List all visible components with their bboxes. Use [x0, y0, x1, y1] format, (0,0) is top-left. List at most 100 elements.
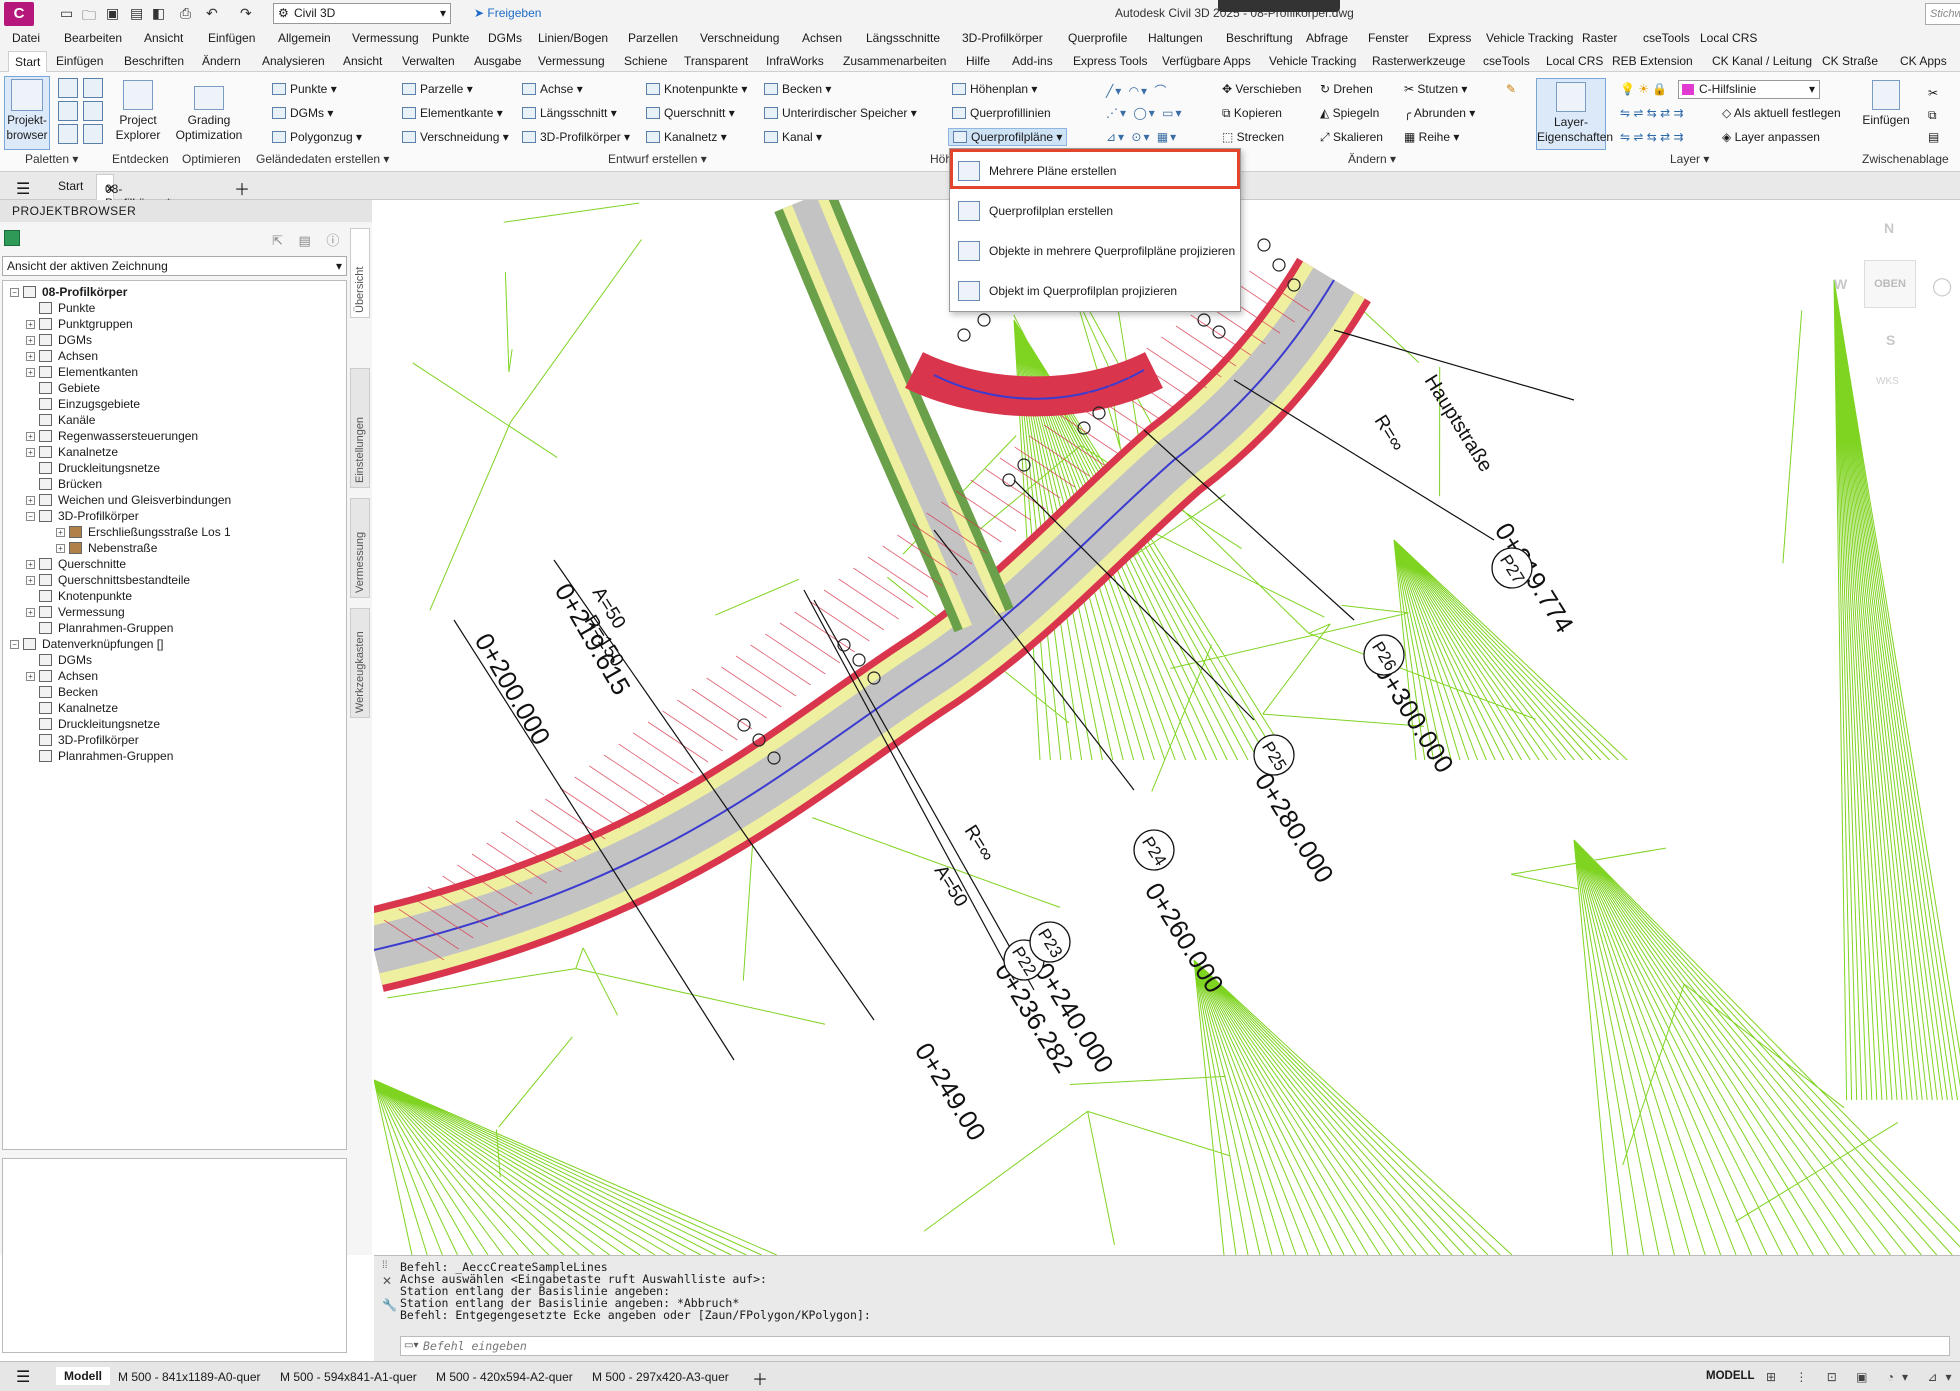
menu-3[interactable]: Einfügen	[208, 31, 255, 45]
tree-expand-toggle[interactable]: +	[26, 560, 35, 569]
ribbon-tab-11[interactable]: InfraWorks	[766, 54, 824, 68]
tree-item[interactable]: Einzugsgebiete	[39, 397, 140, 411]
side-tab-1[interactable]: Einstellungen	[350, 368, 370, 488]
side-tab-3[interactable]: Werkzeugkasten	[350, 608, 370, 718]
web-icon[interactable]: ◧	[152, 5, 165, 22]
tree-item[interactable]: 08-Profilkörper	[23, 285, 127, 299]
punkte-button[interactable]: Punkte ▾	[272, 82, 337, 96]
ribbon-tab-0[interactable]: Start	[8, 51, 48, 72]
palette-icon[interactable]	[58, 124, 78, 144]
tree-expand-toggle[interactable]: +	[26, 432, 35, 441]
menu-15[interactable]: Haltungen	[1148, 31, 1203, 45]
clipboard-small-icons[interactable]: ✂ ⧉ ▤	[1928, 82, 1939, 148]
menu-4[interactable]: Allgemein	[278, 31, 331, 45]
ribbon-tab-17[interactable]: Vehicle Tracking	[1269, 54, 1356, 68]
new-icon[interactable]: ▭	[60, 5, 73, 22]
tree-expand-toggle[interactable]: +	[26, 352, 35, 361]
grading-optimization-button[interactable]: Grading Optimization	[174, 86, 244, 143]
command-prompt-icon[interactable]: ▭▾	[404, 1340, 418, 1351]
layout-tab-4[interactable]: M 500 - 297x420-A3-quer	[592, 1370, 729, 1384]
view-select[interactable]: Ansicht der aktiven Zeichnung ▾	[2, 256, 347, 276]
polygonzug-button[interactable]: Polygonzug ▾	[272, 130, 362, 144]
laengsschnitt-button[interactable]: Längsschnitt ▾	[522, 106, 617, 120]
ribbon-tab-7[interactable]: Ausgabe	[474, 54, 521, 68]
unterirdisch-button[interactable]: Unterirdischer Speicher ▾	[764, 106, 917, 120]
menu-6[interactable]: Punkte	[432, 31, 469, 45]
tree-item[interactable]: Planrahmen-Gruppen	[39, 621, 173, 635]
verschieben-button[interactable]: ✥ Verschieben	[1222, 82, 1301, 96]
tree-item[interactable]: Punkte	[39, 301, 95, 315]
menu-22[interactable]: cseTools	[1643, 31, 1690, 45]
project-explorer-button[interactable]: Project Explorer	[112, 80, 164, 143]
abrunden-button[interactable]: ╭ Abrunden ▾	[1404, 106, 1475, 120]
open-icon[interactable]: 🗀	[82, 5, 96, 29]
tree-item[interactable]: Gebiete	[39, 381, 100, 395]
drawing-canvas[interactable]: 0+200.000 0+219.615 0+236.282 0+240.000 0+24…	[374, 200, 1960, 1255]
drehen-button[interactable]: ↻ Drehen	[1320, 82, 1373, 96]
tree-item[interactable]: 3D-Profilkörper	[39, 509, 139, 523]
tree-item[interactable]: Kanäle	[39, 413, 95, 427]
tree-item[interactable]: Elementkanten	[39, 365, 138, 379]
share-button[interactable]: ➤ Freigeben	[474, 6, 541, 20]
ribbon-tab-4[interactable]: Analysieren	[262, 54, 325, 68]
menu-7[interactable]: DGMs	[488, 31, 522, 45]
dropdown-item-2[interactable]: Objekte in mehrere Querprofilpläne proji…	[950, 233, 1240, 269]
ribbon-tab-10[interactable]: Transparent	[684, 54, 748, 68]
tree-item[interactable]: DGMs	[39, 653, 92, 667]
panel-layer[interactable]: Layer ▾	[1670, 152, 1709, 166]
tree-expand-toggle[interactable]: +	[26, 320, 35, 329]
palette-icon[interactable]	[83, 101, 103, 121]
app-menu-button[interactable]: C	[4, 2, 34, 26]
layer-eigenschaften-button[interactable]: Layer- Eigenschaften	[1536, 78, 1613, 150]
palette-icon[interactable]	[83, 124, 103, 144]
tree-item[interactable]: Erschließungsstraße Los 1	[69, 525, 231, 539]
panel-paletten[interactable]: Paletten ▾	[25, 152, 78, 166]
workspace-select[interactable]: Civil 3D ▾ ⚙	[273, 3, 451, 24]
tree-expand-toggle[interactable]: −	[10, 288, 19, 297]
ribbon-tab-22[interactable]: CK Kanal / Leitung	[1712, 54, 1812, 68]
ribbon-tab-16[interactable]: Verfügbare Apps	[1162, 54, 1251, 68]
tree-expand-toggle[interactable]: +	[26, 672, 35, 681]
layout-tab-2[interactable]: M 500 - 594x841-A1-quer	[280, 1370, 417, 1384]
ucs-label[interactable]: WKS	[1876, 376, 1899, 387]
tree-item[interactable]: 3D-Profilkörper	[39, 733, 139, 747]
tree-expand-toggle[interactable]: +	[56, 544, 65, 553]
tree-expand-toggle[interactable]: +	[26, 368, 35, 377]
als-aktuell-button[interactable]: ◇ Als aktuell festlegen	[1722, 106, 1841, 120]
menu-0[interactable]: Datei	[12, 31, 40, 45]
tab-start[interactable]: Start	[58, 179, 83, 193]
tree-expand-toggle[interactable]: −	[10, 640, 19, 649]
menu-2[interactable]: Ansicht	[144, 31, 183, 45]
projektbrowser-button[interactable]: Projekt- browser	[4, 76, 50, 150]
draw-tools[interactable]: ╱▾ ◠▾ ⌒	[1106, 82, 1168, 99]
ribbon-tab-1[interactable]: Einfügen	[56, 54, 103, 68]
menu-11[interactable]: Achsen	[802, 31, 842, 45]
ribbon-tab-20[interactable]: Local CRS	[1546, 54, 1603, 68]
tree-item[interactable]: Becken	[39, 685, 98, 699]
tree-item[interactable]: Datenverknüpfungen []	[23, 637, 163, 651]
elementkante-button[interactable]: Elementkante ▾	[402, 106, 503, 120]
becken-button[interactable]: Becken ▾	[764, 82, 831, 96]
layout-menu-icon[interactable]: ☰	[16, 1367, 30, 1387]
tree-item[interactable]: Druckleitungsnetze	[39, 461, 160, 475]
ribbon-tab-3[interactable]: Ändern	[202, 54, 241, 68]
knotenpunkte-button[interactable]: Knotenpunkte ▾	[646, 82, 747, 96]
tree-item[interactable]: Regenwassersteuerungen	[39, 429, 198, 443]
menu-17[interactable]: Abfrage	[1306, 31, 1348, 45]
palette-grid[interactable]	[58, 78, 110, 148]
menu-16[interactable]: Beschriftung	[1226, 31, 1293, 45]
tree-item[interactable]: Brücken	[39, 477, 102, 491]
tree-item[interactable]: Querschnitte	[39, 557, 126, 571]
ribbon-tab-12[interactable]: Zusammenarbeiten	[843, 54, 946, 68]
save-as-icon[interactable]: ▤	[130, 5, 143, 22]
cube-top-face[interactable]: OBEN	[1864, 260, 1916, 308]
tree-expand-toggle[interactable]: +	[26, 608, 35, 617]
tree-expand-toggle[interactable]: +	[26, 336, 35, 345]
parzelle-button[interactable]: Parzelle ▾	[402, 82, 473, 96]
menu-5[interactable]: Vermessung	[352, 31, 419, 45]
ribbon-tab-6[interactable]: Verwalten	[402, 54, 455, 68]
undo-icon[interactable]: ↶	[206, 5, 218, 22]
layout-tab-1[interactable]: M 500 - 841x1189-A0-quer	[118, 1370, 261, 1384]
menu-18[interactable]: Fenster	[1368, 31, 1409, 45]
ribbon-tab-2[interactable]: Beschriften	[124, 54, 184, 68]
